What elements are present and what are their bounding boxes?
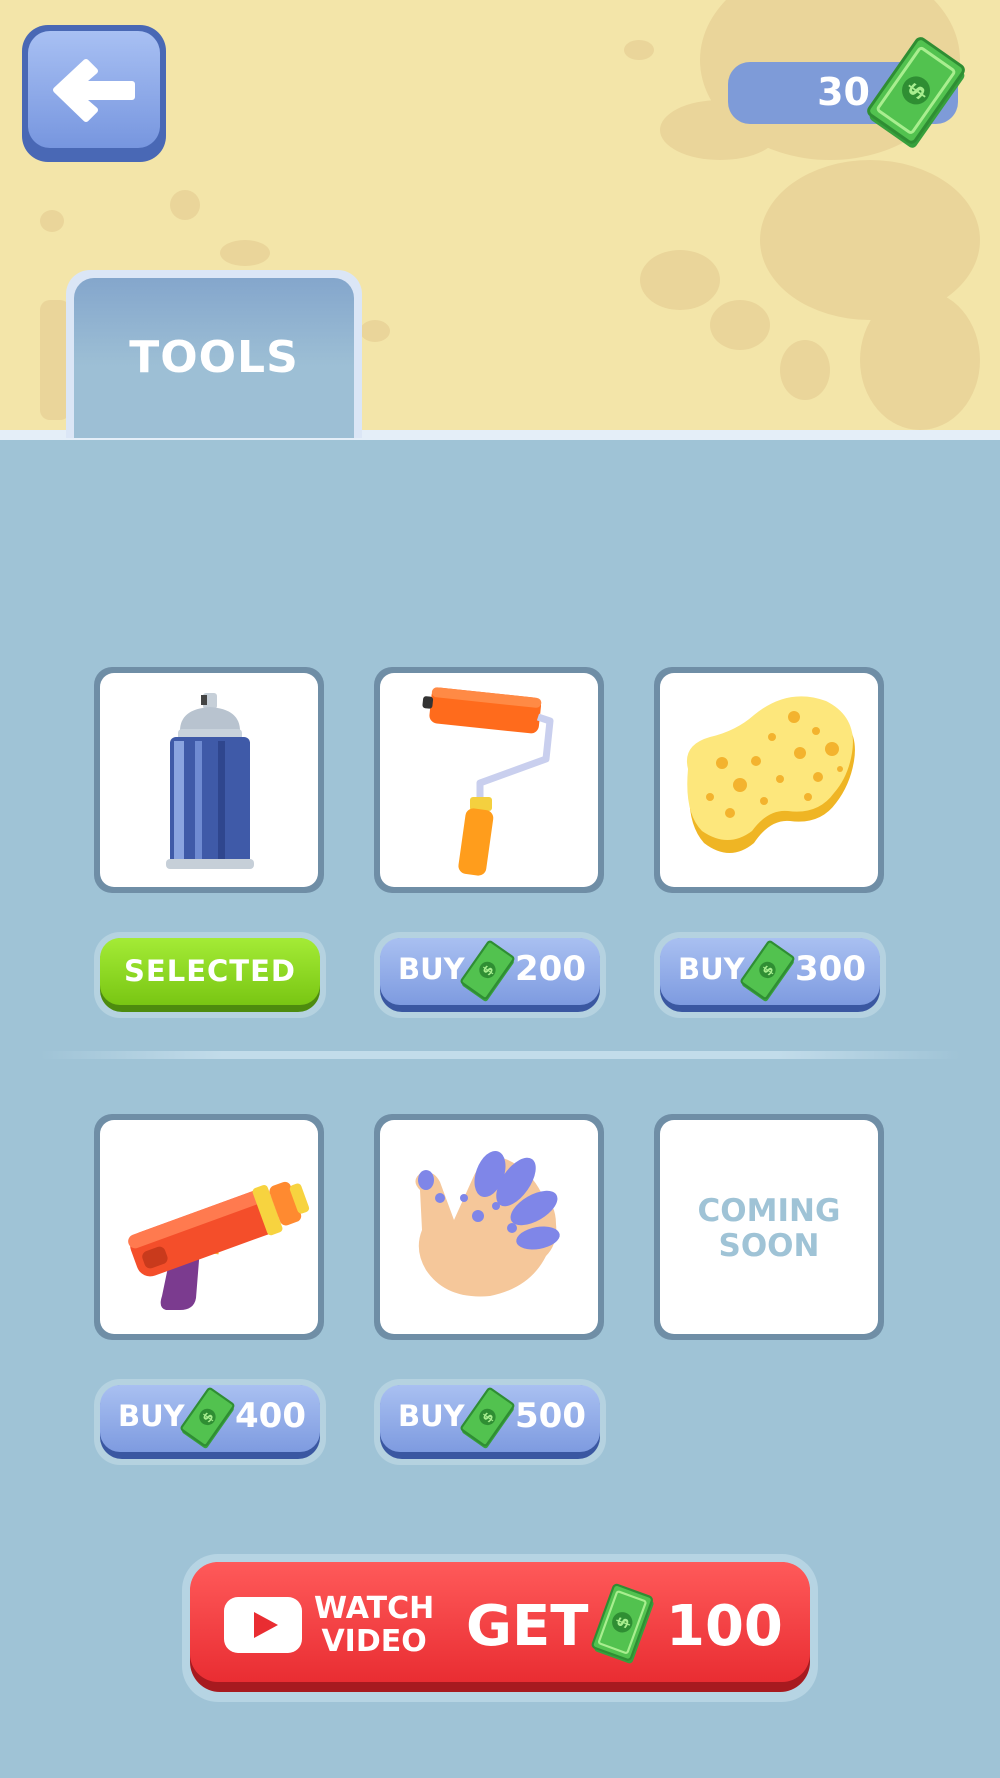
buy-button-water-gun[interactable]: BUY $ 400 (94, 1379, 326, 1465)
cash-bill-icon: $ (740, 940, 795, 1002)
cash-bill-icon: $ (460, 1387, 515, 1449)
play-video-icon (224, 1597, 302, 1653)
tab-tools-label: TOOLS (129, 332, 299, 383)
buy-label: BUY (678, 952, 745, 986)
arrow-left-icon (53, 59, 135, 122)
reward-amount: 100 (666, 1594, 783, 1659)
tool-card-spray-can[interactable] (94, 667, 324, 893)
buy-label: BUY (398, 1399, 465, 1433)
watch-label-line1: WATCH (314, 1591, 435, 1626)
sponge-icon (686, 696, 855, 853)
tool-card-water-gun[interactable] (94, 1114, 324, 1340)
tool-card-sponge[interactable] (654, 667, 884, 893)
cash-bill-icon: $ (460, 940, 515, 1002)
paint-roller-icon (422, 687, 554, 876)
coming-soon-line1: COMING (697, 1193, 841, 1229)
cash-bill-icon: $ (591, 1583, 654, 1664)
row-divider (40, 1051, 960, 1059)
tab-tools[interactable]: TOOLS (66, 270, 362, 438)
buy-price: 300 (795, 949, 866, 989)
coming-soon-text: COMING SOON (660, 1194, 878, 1264)
watch-video-label: WATCH VIDEO (314, 1592, 434, 1658)
buy-label: BUY (118, 1399, 185, 1433)
buy-button-paint-roller[interactable]: BUY $ 200 (374, 932, 606, 1018)
buy-price: 500 (515, 1396, 586, 1436)
water-gun-icon (128, 1181, 310, 1310)
tool-card-paint-roller[interactable] (374, 667, 604, 893)
selected-button-spray-can[interactable]: SELECTED (94, 932, 326, 1018)
tool-card-coming-soon: COMING SOON (654, 1114, 884, 1340)
buy-button-sponge[interactable]: BUY $ 300 (654, 932, 886, 1018)
painted-hand-icon (415, 1150, 560, 1297)
buy-price: 400 (235, 1396, 306, 1436)
buy-label: BUY (398, 952, 465, 986)
selected-label: SELECTED (124, 954, 296, 988)
back-button[interactable] (22, 25, 166, 162)
get-label: GET (466, 1594, 589, 1659)
tool-card-painted-hand[interactable] (374, 1114, 604, 1340)
coming-soon-line2: SOON (718, 1228, 820, 1264)
buy-price: 200 (515, 949, 586, 989)
watch-label-line2: VIDEO (321, 1624, 427, 1659)
buy-button-painted-hand[interactable]: BUY $ 500 (374, 1379, 606, 1465)
cash-bill-icon: $ (867, 37, 965, 148)
cash-bill-icon: $ (180, 1387, 235, 1449)
spray-can-icon (166, 693, 254, 869)
